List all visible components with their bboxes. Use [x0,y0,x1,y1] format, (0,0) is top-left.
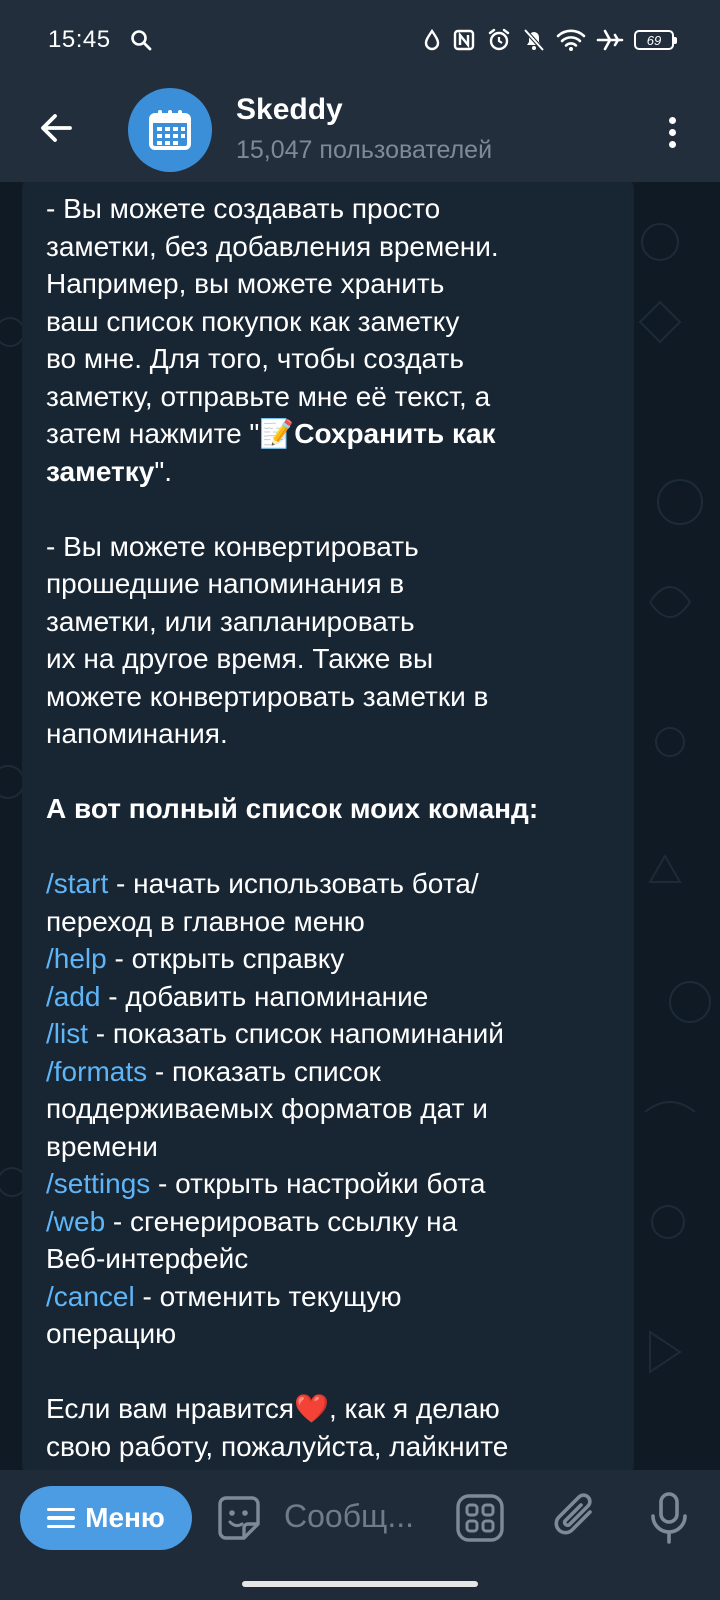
paperclip-icon[interactable] [550,1490,602,1546]
command-link[interactable]: /start [46,868,108,899]
command-link[interactable]: /cancel [46,1281,135,1312]
battery-level: 69 [646,32,662,48]
chat-subtitle: 15,047 пользователей [236,136,493,164]
chat-header: Skeddy 15,047 пользователей [0,80,720,182]
message-text: - Вы можете создавать просто заметки, бе… [46,190,612,1465]
nfc-icon [453,29,475,51]
sticker-icon[interactable] [214,1494,264,1544]
command-help: /help - открыть справку [46,943,345,974]
command-formats: /formats - показать список [46,1055,381,1087]
command-add: /add - добавить напоминание [46,980,429,1012]
home-indicator[interactable] [242,1581,478,1587]
chat-title-block[interactable]: Skeddy 15,047 пользователей [236,90,492,168]
bot-commands-icon[interactable] [454,1492,506,1544]
navigation-bar [0,1560,720,1600]
data-saver-icon [424,28,440,51]
command-link[interactable]: /formats [46,1056,147,1087]
command-settings: /settings - открыть настройки бота [46,1168,486,1199]
heart-emoji: ❤️ [294,1393,329,1424]
message-bubble[interactable]: - Вы можете создавать просто заметки, бе… [22,182,634,1470]
search-icon [130,30,151,51]
back-button[interactable] [32,104,80,152]
wifi-icon [556,29,586,51]
command-web: /web - сгенерировать ссылку на [46,1205,458,1237]
bot-menu-button[interactable]: Меню [20,1486,192,1550]
command-link[interactable]: /list [46,1018,88,1049]
command-list: /list - показать список напоминаний [46,1018,504,1049]
status-bar: 15:45 69 [0,0,720,80]
menu-button-label: Меню [85,1502,165,1533]
command-link[interactable]: /settings [46,1168,150,1199]
chat-messages-area[interactable]: - Вы можете создавать просто заметки, бе… [0,182,720,1470]
command-link[interactable]: /help [46,943,107,974]
arrow-left-icon [41,114,72,142]
command-link[interactable]: /web [46,1206,105,1237]
microphone-icon[interactable] [648,1490,690,1546]
hamburger-icon [47,1507,76,1529]
commands-heading: А вот полный список моих команд: [46,793,539,824]
more-menu-button[interactable] [662,108,682,156]
command-start: /start - начать использовать бота/ [46,868,479,899]
command-link[interactable]: /add [46,981,101,1012]
battery-icon: 69 [634,30,677,50]
alarm-icon [488,28,510,51]
status-icons: 69 [422,27,677,53]
memo-emoji: 📝 [259,418,295,449]
telegram-chat-screen: 15:45 69 Skeddy 15,047 пользователей - В… [0,0,720,1600]
avatar[interactable] [128,88,212,172]
chat-title: Skeddy [236,93,343,126]
status-time: 15:45 [48,26,111,53]
command-cancel: /cancel - отменить текущую [46,1280,402,1312]
calendar-icon [149,110,191,150]
message-input[interactable] [284,1492,434,1540]
more-vertical-icon [668,116,676,124]
mute-bell-icon [523,28,545,52]
message-input-bar: Меню [0,1470,720,1560]
airplane-mode-icon [596,29,624,51]
